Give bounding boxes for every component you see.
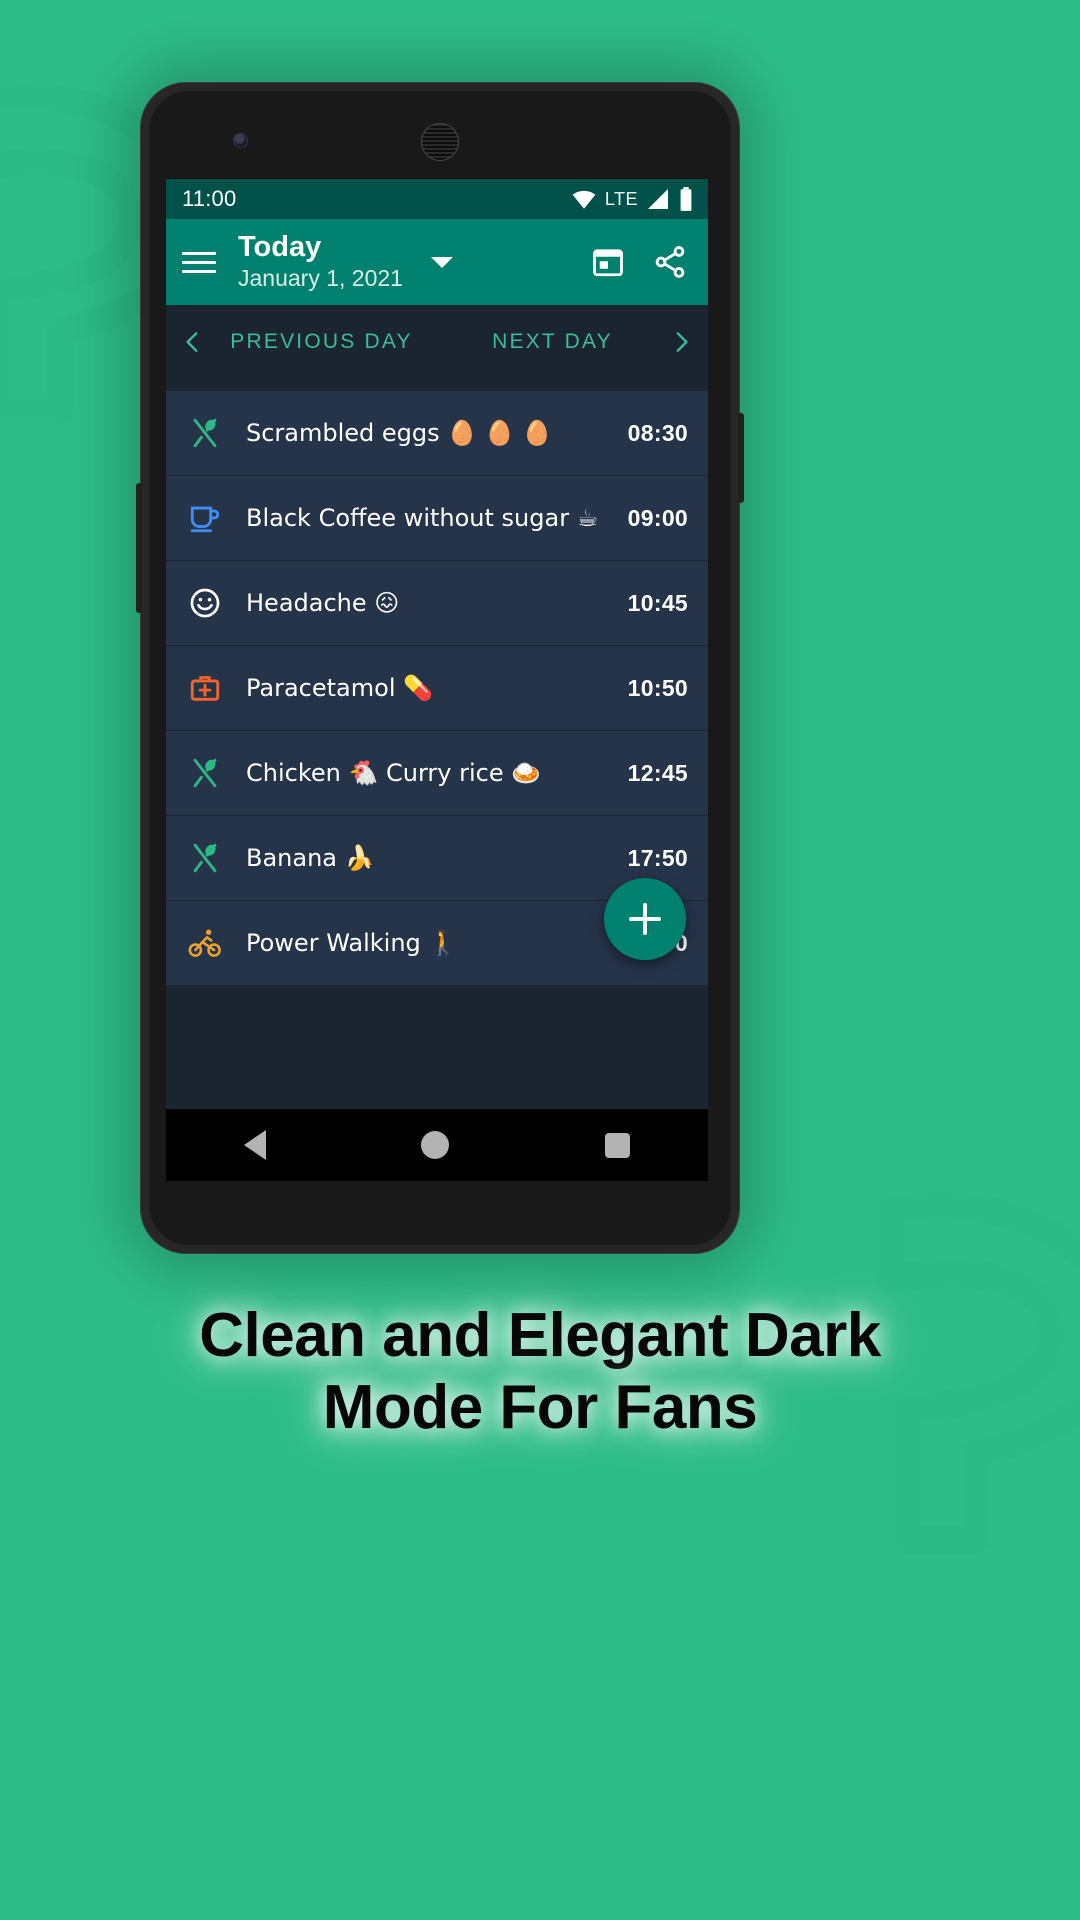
list-item[interactable]: Chicken 🐔 Curry rice 🍛 12:45 xyxy=(166,731,708,816)
fork-spoon-icon xyxy=(193,843,217,873)
promo-caption-line2: Mode For Fans xyxy=(322,1372,758,1442)
share-icon[interactable] xyxy=(652,244,688,280)
status-bar-time: 11:00 xyxy=(182,186,237,211)
list-item[interactable]: Scrambled eggs 🥚 🥚 🥚 08:30 xyxy=(166,391,708,476)
page-subtitle-date: January 1, 2021 xyxy=(238,265,403,292)
list-item-time: 10:50 xyxy=(627,674,688,701)
app-bar-title-group[interactable]: Today January 1, 2021 xyxy=(238,231,403,293)
status-bar-network-label: LTE xyxy=(604,188,638,209)
coffee-cup-icon xyxy=(190,506,220,533)
list-item-text: Black Coffee without sugar ☕ xyxy=(246,504,599,532)
list-item-text: Chicken 🐔 Curry rice 🍛 xyxy=(246,759,542,787)
calendar-icon[interactable] xyxy=(590,244,626,280)
app-bar-actions xyxy=(590,244,694,280)
recents-square-icon[interactable] xyxy=(605,1132,631,1158)
list-item-time: 08:30 xyxy=(627,419,688,446)
wifi-icon xyxy=(572,190,596,209)
list-item-text: Banana 🍌 xyxy=(246,844,375,872)
signal-icon xyxy=(648,189,668,209)
list-item[interactable]: Paracetamol 💊 10:50 xyxy=(166,646,708,731)
list-item-time: 09:00 xyxy=(627,504,688,531)
android-nav-bar xyxy=(166,1109,708,1181)
app-bar: Today January 1, 2021 xyxy=(166,219,708,305)
fork-spoon-icon xyxy=(193,758,217,788)
smiley-face-icon xyxy=(190,588,220,618)
page-title: Today xyxy=(238,230,322,263)
promo-caption: Clean and Elegant Dark Mode For Fans xyxy=(0,1300,1080,1444)
list-item-text: Paracetamol 💊 xyxy=(246,674,433,702)
plus-icon xyxy=(643,903,647,935)
chevron-right-icon[interactable] xyxy=(668,329,694,355)
list-item-text: Headache 😖 xyxy=(246,589,400,617)
chevron-down-icon[interactable] xyxy=(430,256,453,268)
list-item[interactable]: Black Coffee without sugar ☕ 09:00 xyxy=(166,476,708,561)
fork-spoon-icon xyxy=(193,418,217,448)
battery-icon xyxy=(680,187,692,211)
home-circle-icon[interactable] xyxy=(421,1131,450,1159)
add-entry-fab[interactable] xyxy=(604,878,686,960)
list-item-time: 17:50 xyxy=(627,844,688,871)
power-button[interactable] xyxy=(738,413,744,503)
hamburger-menu-icon[interactable] xyxy=(182,245,216,279)
phone-frame: 11:00 LTE Today January 1, 2021 PREVIOUS… xyxy=(136,82,744,1254)
chevron-left-icon[interactable] xyxy=(180,329,206,355)
volume-button[interactable] xyxy=(136,483,142,613)
day-navigation-bar: PREVIOUS DAY NEXT DAY xyxy=(166,305,708,379)
previous-day-button[interactable]: PREVIOUS DAY xyxy=(230,330,412,354)
status-bar: 11:00 LTE xyxy=(166,179,708,219)
front-camera-icon xyxy=(233,133,248,148)
earpiece-speaker-icon xyxy=(421,123,459,161)
list-item[interactable]: Headache 😖 10:45 xyxy=(166,561,708,646)
bicycle-icon xyxy=(188,929,221,957)
next-day-button[interactable]: NEXT DAY xyxy=(492,330,613,354)
list-item-text: Power Walking 🚶 xyxy=(246,929,459,957)
list-item-time: 10:45 xyxy=(627,589,688,616)
list-item-text: Scrambled eggs 🥚 🥚 🥚 xyxy=(246,419,553,447)
status-bar-icons: LTE xyxy=(571,186,694,212)
list-item-time: 12:45 xyxy=(627,759,688,786)
promo-caption-line1: Clean and Elegant Dark xyxy=(199,1301,881,1370)
entry-list: Scrambled eggs 🥚 🥚 🥚 08:30 Black Coffee … xyxy=(166,379,708,986)
medical-kit-icon xyxy=(190,676,220,701)
back-triangle-icon[interactable] xyxy=(243,1130,266,1160)
phone-screen: 11:00 LTE Today January 1, 2021 PREVIOUS… xyxy=(166,179,708,1141)
